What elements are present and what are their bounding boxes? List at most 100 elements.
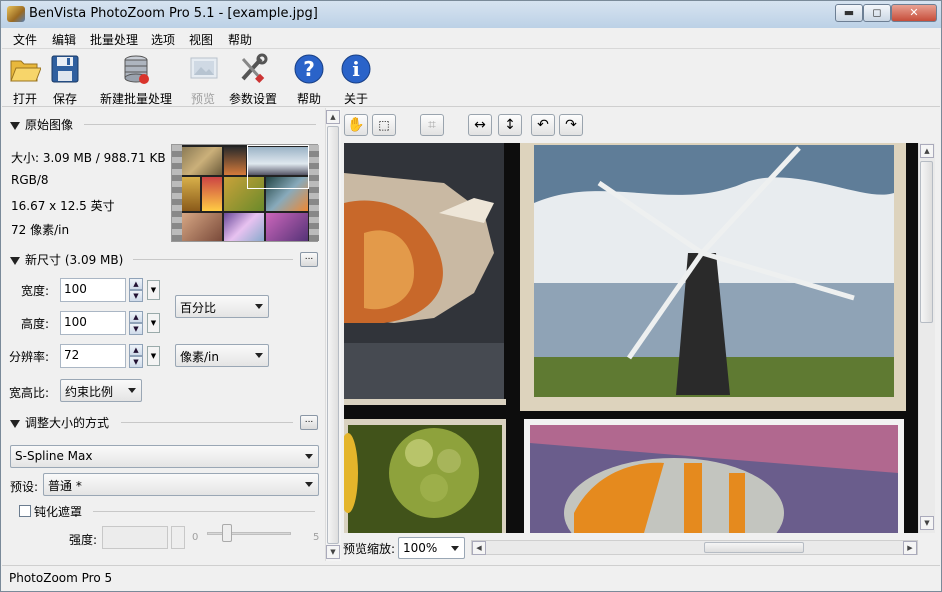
stepper-up-icon[interactable]: ▲ <box>129 278 143 290</box>
preview-vertical-scrollbar[interactable]: ▲ ▼ <box>918 143 935 533</box>
stepper-up-icon[interactable]: ▲ <box>129 344 143 356</box>
width-input[interactable]: 100 <box>60 278 126 302</box>
scroll-down-icon[interactable]: ▼ <box>326 545 340 559</box>
marquee-select-tool-icon[interactable]: ⬚ <box>372 114 396 136</box>
preset-select[interactable]: 普通 * <box>43 473 319 496</box>
width-menu-button[interactable]: ▼ <box>147 280 160 300</box>
status-bar: PhotoZoom Pro 5 <box>2 565 940 591</box>
info-icon: i <box>341 54 371 84</box>
height-input[interactable]: 100 <box>60 311 126 335</box>
zoom-select[interactable]: 100% <box>398 537 465 559</box>
hand-pan-tool-icon[interactable]: ✋ <box>344 114 368 136</box>
status-text: PhotoZoom Pro 5 <box>9 571 113 585</box>
collapse-triangle-icon <box>10 419 20 428</box>
resolution-unit-select[interactable]: 像素/in <box>175 344 269 367</box>
save-button[interactable]: 保存 <box>49 53 81 107</box>
original-thumbnail[interactable] <box>171 144 319 242</box>
scrollbar-thumb[interactable] <box>920 161 933 323</box>
strength-input[interactable] <box>102 526 168 549</box>
scrollbar-thumb[interactable] <box>327 126 339 544</box>
aspect-ratio-select[interactable]: 约束比例 <box>60 379 142 402</box>
database-stack-icon <box>124 55 149 84</box>
scroll-right-icon[interactable]: ▶ <box>903 541 917 555</box>
strength-slider-thumb[interactable] <box>222 524 232 542</box>
dimension-unit-select[interactable]: 百分比 <box>175 295 269 318</box>
settings-scrollbar[interactable]: ▲ ▼ <box>325 108 341 561</box>
menu-file[interactable]: 文件 <box>13 31 37 48</box>
width-stepper[interactable]: ▲ ▼ <box>129 278 143 302</box>
collage-image <box>344 143 918 533</box>
crop-tool-icon[interactable]: ⌗ <box>420 114 444 136</box>
chevron-down-icon <box>255 353 263 358</box>
unsharp-mask-checkbox[interactable] <box>19 505 31 517</box>
flip-vertical-icon[interactable]: ↕ <box>498 114 522 136</box>
about-button[interactable]: i 关于 <box>340 53 372 107</box>
resolution-menu-button[interactable]: ▼ <box>147 346 160 366</box>
folder-open-icon <box>10 60 42 82</box>
original-color-mode: RGB/8 <box>11 173 49 187</box>
close-button[interactable]: ✕ <box>891 4 937 22</box>
question-mark-icon: ? <box>294 54 324 84</box>
open-button[interactable]: 打开 <box>9 53 42 107</box>
menu-edit[interactable]: 编辑 <box>52 31 76 48</box>
menu-help[interactable]: 帮助 <box>228 31 252 48</box>
stepper-down-icon[interactable]: ▼ <box>129 356 143 368</box>
menu-view[interactable]: 视图 <box>189 31 213 48</box>
aspect-ratio-label: 宽高比: <box>9 386 50 400</box>
zoom-label: 预览缩放: <box>343 542 396 556</box>
scrollbar-thumb[interactable] <box>704 542 804 553</box>
tools-wrench-screwdriver-icon <box>241 53 268 83</box>
menu-options[interactable]: 选项 <box>151 31 175 48</box>
resize-method-header[interactable]: 调整大小的方式 <box>10 414 109 431</box>
scroll-down-icon[interactable]: ▼ <box>920 516 934 530</box>
app-window: BenVista PhotoZoom Pro 5.1 - [example.jp… <box>0 0 942 592</box>
scroll-up-icon[interactable]: ▲ <box>326 110 340 124</box>
image-preview[interactable] <box>344 143 918 533</box>
chevron-down-icon <box>305 454 313 459</box>
minimize-button[interactable]: ▬ <box>835 4 863 22</box>
height-menu-button[interactable]: ▼ <box>147 313 160 333</box>
help-button[interactable]: ? 帮助 <box>293 53 325 107</box>
settings-button[interactable]: 参数设置 <box>228 53 278 107</box>
section-divider <box>84 124 316 125</box>
resize-method-select[interactable]: S-Spline Max <box>10 445 319 468</box>
open-label: 打开 <box>12 92 37 106</box>
save-label: 保存 <box>52 92 77 106</box>
flip-horizontal-icon[interactable]: ↔ <box>468 114 492 136</box>
strength-stepper[interactable] <box>171 526 185 549</box>
scroll-left-icon[interactable]: ◀ <box>472 541 486 555</box>
title-bar[interactable]: BenVista PhotoZoom Pro 5.1 - [example.jp… <box>1 1 941 28</box>
collapse-triangle-icon <box>10 121 20 130</box>
section-divider <box>133 259 293 260</box>
resolution-input[interactable]: 72 <box>60 344 126 368</box>
strength-min: 0 <box>192 532 199 543</box>
preview-button[interactable]: 预览 <box>188 53 218 107</box>
resize-method-options-button[interactable]: ... <box>300 415 318 430</box>
collapse-triangle-icon <box>10 256 20 265</box>
new-size-header[interactable]: 新尺寸 (3.09 MB) <box>10 251 123 268</box>
menu-batch[interactable]: 批量处理 <box>90 31 138 48</box>
maximize-button[interactable]: ◻ <box>863 4 891 22</box>
chevron-down-icon <box>255 304 263 309</box>
original-dimensions: 16.67 x 12.5 英寸 <box>11 199 115 213</box>
original-image-header[interactable]: 原始图像 <box>10 116 73 133</box>
strength-label: 强度: <box>68 533 97 547</box>
new-size-options-button[interactable]: ... <box>300 252 318 267</box>
strength-slider-track[interactable] <box>207 532 291 535</box>
scroll-up-icon[interactable]: ▲ <box>920 144 934 158</box>
rotate-left-icon[interactable]: ↶ <box>531 114 555 136</box>
preview-image-icon <box>190 57 218 79</box>
menu-bar: 文件 编辑 批量处理 选项 视图 帮助 <box>2 28 940 49</box>
stepper-down-icon[interactable]: ▼ <box>129 323 143 335</box>
new-batch-button[interactable]: 新建批量处理 <box>94 53 178 107</box>
stepper-up-icon[interactable]: ▲ <box>129 311 143 323</box>
preview-horizontal-scrollbar[interactable]: ◀ ▶ <box>471 540 918 555</box>
main-toolbar: 打开 保存 新建批量处理 预览 参数设置 ? 帮助 i 关于 <box>2 49 940 107</box>
resolution-stepper[interactable]: ▲ ▼ <box>129 344 143 368</box>
rotate-right-icon[interactable]: ↷ <box>559 114 583 136</box>
original-size: 大小: 3.09 MB / 988.71 KB <box>11 151 166 165</box>
height-stepper[interactable]: ▲ ▼ <box>129 311 143 335</box>
chevron-down-icon <box>305 482 313 487</box>
floppy-disk-icon <box>51 55 79 83</box>
stepper-down-icon[interactable]: ▼ <box>129 290 143 302</box>
